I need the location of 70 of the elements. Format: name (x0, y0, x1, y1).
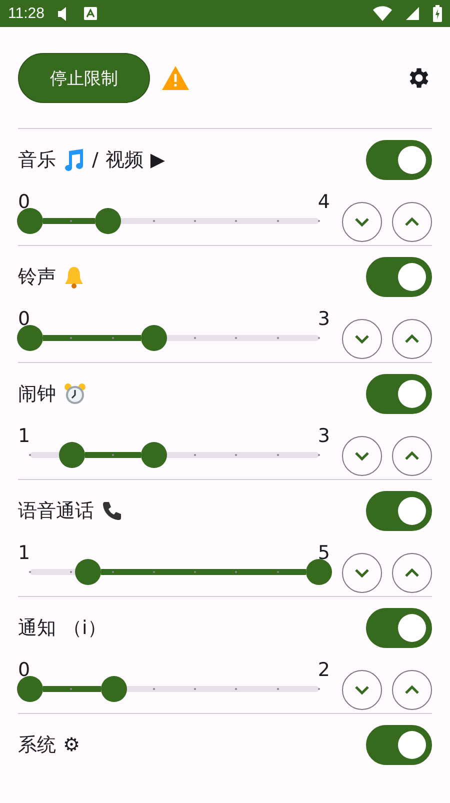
min-value: 0 (18, 310, 30, 328)
selected-range (43, 686, 101, 692)
decrease-button[interactable] (342, 319, 382, 359)
chevron-down-icon (354, 334, 370, 344)
selected-range (43, 218, 96, 224)
slider-thumb[interactable] (58, 442, 85, 468)
channel-label: 视频 (105, 148, 144, 173)
max-value: 5 (318, 544, 330, 562)
slider-thumb[interactable] (95, 208, 122, 234)
chevron-down-icon (354, 685, 370, 695)
channel-label: 通知 (18, 616, 56, 641)
chevron-up-icon (404, 451, 420, 461)
chevron-up-icon (404, 568, 420, 578)
channel-label: / (92, 149, 98, 171)
keyboard-icon (84, 7, 98, 20)
min-value: 0 (18, 661, 30, 679)
toggle-switch[interactable] (366, 140, 432, 180)
toggle-switch[interactable] (366, 374, 432, 414)
chevron-up-icon (404, 217, 420, 227)
decrease-button[interactable] (342, 670, 382, 710)
channel-label: 音乐 (18, 148, 56, 173)
chevron-down-icon (354, 568, 370, 578)
min-value: 1 (18, 427, 30, 445)
channel-label: ▶ (150, 149, 166, 171)
slider-thumb[interactable] (17, 676, 43, 702)
channel-label: 系统 (18, 733, 56, 758)
selected-range (84, 452, 142, 458)
bell-icon (63, 265, 85, 289)
increase-button[interactable] (392, 670, 432, 710)
increase-button[interactable] (392, 319, 432, 359)
chevron-down-icon (354, 217, 370, 227)
channel-label: 语音通话 (18, 499, 94, 524)
min-value: 1 (18, 544, 30, 562)
music-note-icon (63, 148, 85, 172)
increase-button[interactable] (392, 436, 432, 476)
chevron-up-icon (404, 685, 420, 695)
chevron-up-icon (404, 334, 420, 344)
channel-label: ⚙ (63, 734, 80, 756)
channel-label: 闹钟 (18, 382, 56, 407)
slider-thumb[interactable] (306, 559, 332, 585)
toggle-switch[interactable] (366, 491, 432, 531)
min-value: 0 (18, 193, 30, 211)
toggle-switch[interactable] (366, 725, 432, 765)
decrease-button[interactable] (342, 202, 382, 242)
max-value: 3 (318, 310, 330, 328)
slider-thumb[interactable] (100, 676, 127, 702)
slider-thumb[interactable] (74, 559, 101, 585)
stop-restriction-button[interactable]: 停止限制 (18, 53, 150, 103)
max-value: 2 (318, 661, 330, 679)
decrease-button[interactable] (342, 436, 382, 476)
slider-thumb[interactable] (141, 442, 168, 468)
max-value: 3 (318, 427, 330, 445)
increase-button[interactable] (392, 202, 432, 242)
toggle-switch[interactable] (366, 608, 432, 648)
alarm-clock-icon (63, 382, 87, 406)
increase-button[interactable] (392, 553, 432, 593)
slider-thumb[interactable] (141, 325, 168, 351)
battery-icon (433, 5, 442, 22)
channel-label: （i） (63, 616, 106, 641)
chevron-down-icon (354, 451, 370, 461)
wifi-icon (373, 6, 392, 21)
decrease-button[interactable] (342, 553, 382, 593)
signal-icon (406, 7, 419, 20)
phone-icon (101, 500, 123, 522)
slider-thumb[interactable] (17, 325, 43, 351)
slider-thumb[interactable] (17, 208, 43, 234)
clock-time: 11:28 (8, 5, 44, 22)
toggle-switch[interactable] (366, 257, 432, 297)
max-value: 4 (318, 193, 330, 211)
channel-label: 铃声 (18, 265, 56, 290)
